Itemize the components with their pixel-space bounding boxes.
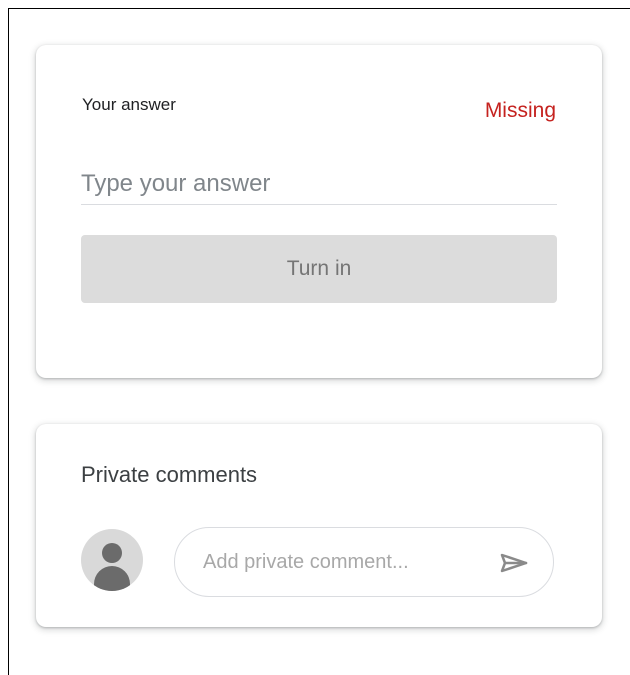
turn-in-button[interactable]: Turn in [81, 235, 557, 303]
private-comments-title: Private comments [81, 462, 258, 487]
your-answer-card: Your answer Missing Turn in [36, 45, 602, 378]
frame-left-border [8, 8, 9, 675]
avatar-body [94, 566, 130, 591]
answer-input[interactable] [81, 164, 557, 205]
your-answer-title: Your answer [82, 95, 176, 114]
private-comment-input[interactable] [203, 544, 468, 580]
avatar-icon [81, 529, 143, 591]
avatar-head [102, 543, 122, 563]
send-icon[interactable] [495, 549, 533, 577]
missing-status: Missing [484, 99, 556, 122]
private-comments-card: Private comments [36, 424, 602, 627]
frame-top-border [8, 8, 630, 9]
comment-box [174, 527, 554, 597]
